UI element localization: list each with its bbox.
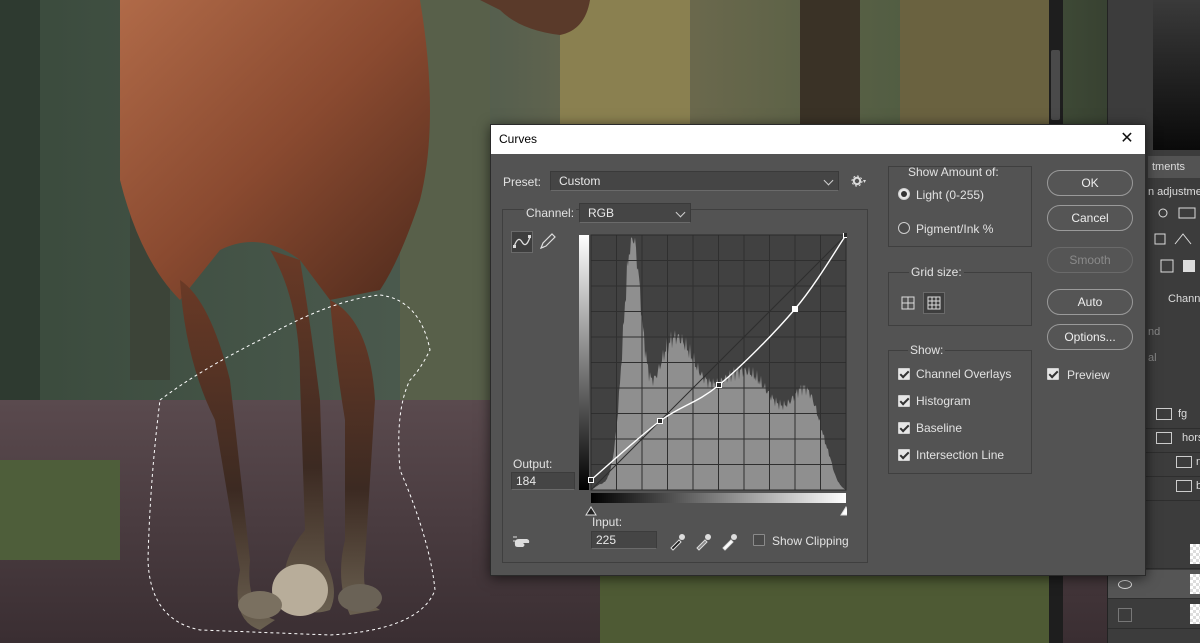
layer-name: n: [1196, 456, 1200, 468]
grid-coarse-button[interactable]: [897, 292, 919, 314]
black-point-slider: [585, 506, 597, 516]
pigment-radio-label: Pigment/Ink %: [916, 222, 994, 236]
show-amount-heading: Show Amount of:: [908, 165, 999, 179]
auto-button[interactable]: Auto: [1047, 289, 1133, 315]
show-clipping-label: Show Clipping: [772, 534, 849, 548]
curves-graph[interactable]: [577, 233, 847, 523]
preview-label: Preview: [1067, 368, 1110, 382]
channel-overlays-checkbox[interactable]: [898, 368, 910, 380]
light-radio-label: Light (0-255): [916, 188, 985, 202]
cancel-button[interactable]: Cancel: [1047, 205, 1133, 231]
chevron-down-icon: [675, 207, 686, 218]
channel-value: RGB: [588, 206, 615, 220]
histogram-checkbox[interactable]: [898, 395, 910, 407]
histogram-label: Histogram: [916, 394, 971, 408]
grid-fine-button[interactable]: [923, 292, 945, 314]
output-value: 184: [516, 474, 537, 488]
tab-channels-label: Channel: [1168, 293, 1200, 305]
adjustment-icons[interactable]: [1153, 204, 1200, 274]
preset-dropdown[interactable]: Custom: [550, 171, 839, 191]
preset-value: Custom: [559, 174, 601, 188]
grid-size-heading: Grid size:: [909, 265, 964, 279]
tab-adjustments[interactable]: tments: [1148, 156, 1200, 178]
layer-name: b: [1196, 480, 1200, 492]
layer-name: hors: [1182, 432, 1200, 444]
folder-icon: [1156, 432, 1172, 444]
preset-options-gear-icon[interactable]: [851, 174, 869, 188]
opacity-field[interactable]: al: [1148, 352, 1157, 364]
curve-control-point: [657, 418, 663, 424]
dialog-title: Curves: [499, 132, 538, 146]
smooth-button[interactable]: Smooth: [1047, 247, 1133, 273]
blend-mode-dropdown[interactable]: nd: [1148, 326, 1160, 338]
intersection-line-label: Intersection Line: [916, 448, 1005, 462]
baseline-label: Baseline: [916, 421, 963, 435]
grid-fine-icon: [927, 296, 941, 310]
layer-thumbnail: [1190, 544, 1200, 564]
pencil-icon: [539, 233, 556, 250]
input-gradient-bar: [591, 493, 846, 503]
output-field[interactable]: 184: [511, 472, 575, 490]
pigment-radio[interactable]: [898, 222, 910, 234]
tab-adjustments-label: tments: [1152, 161, 1186, 173]
options-button[interactable]: Options...: [1047, 324, 1133, 350]
light-radio[interactable]: [898, 188, 910, 200]
ok-button[interactable]: OK: [1047, 170, 1133, 196]
layer-name: fg: [1178, 408, 1188, 420]
preview-checkbox[interactable]: [1047, 368, 1059, 380]
targeted-adjustment-hand-icon[interactable]: [511, 533, 535, 551]
input-field[interactable]: 225: [591, 531, 657, 549]
layer-thumbnail: [1190, 604, 1200, 624]
visibility-toggle[interactable]: [1118, 608, 1132, 622]
channel-dropdown[interactable]: RGB: [579, 203, 691, 223]
eye-icon[interactable]: [1118, 580, 1132, 589]
folder-icon: [1176, 480, 1192, 492]
canvas-scrollbar-thumb[interactable]: [1051, 50, 1060, 120]
show-clipping-checkbox[interactable]: [753, 534, 765, 546]
curve-control-point: [843, 233, 847, 238]
eyedropper-group: [670, 534, 737, 551]
tab-channels[interactable]: Channel: [1164, 288, 1200, 310]
grid-coarse-icon: [901, 296, 915, 310]
dialog-titlebar[interactable]: Curves ✕: [491, 125, 1145, 154]
input-value: 225: [596, 533, 617, 547]
output-gradient-bar: [579, 235, 589, 490]
close-icon: ✕: [1120, 130, 1134, 147]
adjustments-hint: n adjustme: [1148, 186, 1200, 198]
baseline-checkbox[interactable]: [898, 422, 910, 434]
color-picker-field[interactable]: [1153, 0, 1200, 150]
white-point-eyedropper-icon[interactable]: [722, 534, 737, 551]
layer-thumbnail: [1190, 574, 1200, 594]
output-label: Output:: [513, 457, 553, 471]
preset-label: Preset:: [503, 175, 542, 189]
curve-control-point: [588, 477, 594, 483]
intersection-line-checkbox[interactable]: [898, 449, 910, 461]
curves-dialog: Curves ✕ Preset: Custom Channel: RGB Out…: [490, 124, 1146, 576]
close-button[interactable]: ✕: [1115, 128, 1139, 150]
folder-icon: [1176, 456, 1192, 468]
curve-point-tool-button[interactable]: [511, 231, 533, 253]
curve-tool-icon: [513, 235, 531, 248]
gray-point-eyedropper-icon[interactable]: [696, 534, 711, 551]
folder-icon: [1156, 408, 1172, 420]
curve-control-point: [716, 382, 722, 388]
layer-row[interactable]: [1108, 600, 1200, 629]
show-heading: Show:: [908, 343, 946, 357]
channel-overlays-label: Channel Overlays: [916, 367, 1012, 381]
chevron-down-icon: [823, 175, 834, 186]
pencil-tool-button[interactable]: [536, 231, 558, 253]
input-label: Input:: [592, 515, 623, 529]
curve-control-point: [792, 306, 798, 312]
white-point-slider: [840, 506, 847, 516]
channel-label: Channel:: [524, 206, 577, 220]
black-point-eyedropper-icon[interactable]: [670, 534, 685, 551]
